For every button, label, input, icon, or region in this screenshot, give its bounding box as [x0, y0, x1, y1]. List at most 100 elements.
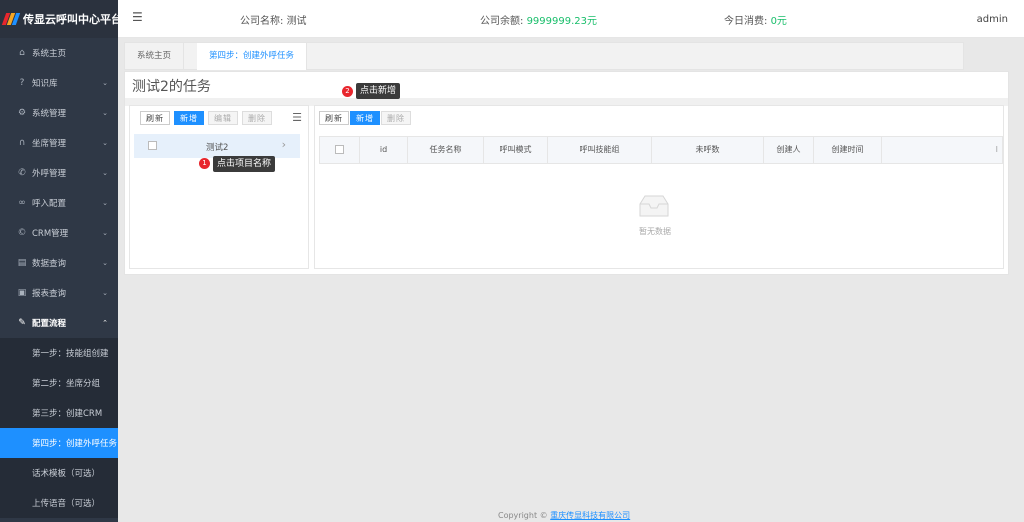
- spend-label: 今日消费:: [724, 16, 768, 27]
- copyright-icon: ©: [17, 228, 27, 238]
- nav-label: 系统主页: [32, 49, 67, 59]
- user-menu[interactable]: admin: [977, 14, 1008, 25]
- column-header[interactable]: 创建人: [764, 137, 814, 163]
- nav-item-outbound[interactable]: ✆ 外呼管理 ⌄: [0, 158, 118, 188]
- task-panel: 测试2的任务 刷新 新增 编辑 删除 ☰ 测试2 › 刷新 新增 删除 id 任…: [124, 71, 1009, 275]
- wrench-icon: ✎: [18, 318, 26, 328]
- column-header[interactable]: id: [360, 137, 408, 163]
- balance-info: 公司余额: 9999999.23元: [480, 12, 597, 27]
- tree-item-label: 测试2: [206, 143, 229, 153]
- nav-label: 报表查询: [32, 289, 67, 299]
- guide-tip-click-add: 点击新增: [356, 83, 401, 99]
- menu-toggle-icon[interactable]: ☰: [132, 10, 143, 24]
- nav-label: 呼入配置: [32, 199, 67, 209]
- edit-button[interactable]: 编辑: [208, 111, 238, 125]
- chevron-down-icon: ⌄: [102, 139, 108, 147]
- nav-item-config-flow[interactable]: ✎ 配置流程 ⌃: [0, 308, 118, 338]
- nav-item-system[interactable]: ⚙ 系统管理 ⌄: [0, 98, 118, 128]
- logo-mark-icon: [1, 13, 21, 25]
- logo[interactable]: 传显云呼叫中心平台: [0, 0, 118, 38]
- tabs-bar: 系统主页 第四步：创建外呼任务: [124, 42, 964, 70]
- empty-state-text: 暂无数据: [639, 227, 671, 236]
- delete-task-button[interactable]: 删除: [381, 111, 411, 125]
- link-icon: ∞: [18, 198, 26, 208]
- sub-item-script-template[interactable]: 话术模板（可选）: [0, 458, 118, 488]
- company-value: 测试: [286, 16, 307, 27]
- home-icon: ⌂: [19, 48, 25, 58]
- footer: Copyright © 重庆传显科技有限公司: [498, 510, 630, 521]
- tree-item[interactable]: 测试2 ›: [134, 134, 300, 158]
- chevron-up-icon: ⌃: [102, 319, 108, 327]
- copyright-text: Copyright: [498, 511, 538, 520]
- sub-item-step4[interactable]: 第四步：创建外呼任务: [0, 428, 118, 458]
- tab-home[interactable]: 系统主页: [125, 43, 185, 70]
- nav-item-crm[interactable]: © CRM管理 ⌄: [0, 218, 118, 248]
- tab-step4[interactable]: 第四步：创建外呼任务: [197, 43, 308, 70]
- page-title: 测试2的任务: [132, 79, 211, 95]
- tree-item-checkbox[interactable]: [148, 141, 157, 150]
- nav-item-inbound[interactable]: ∞ 呼入配置 ⌄: [0, 188, 118, 218]
- chevron-down-icon: ⌄: [102, 79, 108, 87]
- nav-item-data-query[interactable]: ▤ 数据查询 ⌄: [0, 248, 118, 278]
- nav-label: 坐席管理: [32, 139, 67, 149]
- nav-item-agents[interactable]: ∩ 坐席管理 ⌄: [0, 128, 118, 158]
- task-pane: 刷新 新增 删除 id 任务名称 呼叫模式 呼叫技能组 未呼数 创建人 创建时间…: [314, 105, 1004, 269]
- nav-label: 配置流程: [32, 319, 67, 329]
- company-label: 公司名称:: [240, 16, 284, 27]
- company-info: 公司名称: 测试: [240, 12, 307, 27]
- guide-step-badge: 2: [342, 86, 353, 97]
- chevron-down-icon: ⌄: [102, 169, 108, 177]
- refresh-button[interactable]: 刷新: [140, 111, 170, 125]
- chevron-down-icon: ⌄: [102, 259, 108, 267]
- list-toggle-icon[interactable]: ☰: [292, 111, 302, 124]
- nav-label: 系统管理: [32, 109, 67, 119]
- add-task-button[interactable]: 新增: [350, 111, 380, 125]
- sidebar: 传显云呼叫中心平台 ⌂ 系统主页 ? 知识库 ⌄ ⚙ 系统管理 ⌄ ∩ 坐席管理…: [0, 0, 118, 522]
- headset-icon: ∩: [18, 138, 26, 148]
- company-link[interactable]: 重庆传显科技有限公司: [550, 511, 630, 520]
- column-header[interactable]: 任务名称: [408, 137, 484, 163]
- column-header[interactable]: 创建时间: [814, 137, 882, 163]
- column-header[interactable]: 呼叫技能组: [548, 137, 652, 163]
- nav-label: 知识库: [32, 79, 58, 89]
- spend-info: 今日消费: 0元: [724, 12, 787, 27]
- refresh-button[interactable]: 刷新: [319, 111, 349, 125]
- content-area: 系统主页 第四步：创建外呼任务 测试2的任务 刷新 新增 编辑 删除 ☰ 测试2…: [118, 38, 1024, 522]
- chevron-down-icon: ⌄: [102, 289, 108, 297]
- nav-label: CRM管理: [32, 229, 69, 239]
- header: ☰ 公司名称: 测试 公司余额: 9999999.23元 今日消费: 0元 ad…: [118, 0, 1024, 38]
- report-icon: ▣: [17, 288, 27, 298]
- nav-item-knowledge[interactable]: ? 知识库 ⌄: [0, 68, 118, 98]
- column-header[interactable]: 未呼数: [652, 137, 764, 163]
- nav-label: 数据查询: [32, 259, 67, 269]
- nav-label: 外呼管理: [32, 169, 67, 179]
- balance-value: 9999999.23元: [526, 16, 598, 27]
- column-header[interactable]: 呼叫模式: [484, 137, 548, 163]
- table-header: id 任务名称 呼叫模式 呼叫技能组 未呼数 创建人 创建时间 ⁝: [319, 136, 1003, 164]
- sub-item-step2[interactable]: 第二步：坐席分组: [0, 368, 118, 398]
- question-icon: ?: [19, 78, 25, 88]
- chevron-down-icon: ⌄: [102, 229, 108, 237]
- gear-icon: ⚙: [17, 108, 27, 118]
- nav-item-report-query[interactable]: ▣ 报表查询 ⌄: [0, 278, 118, 308]
- add-button[interactable]: 新增: [174, 111, 204, 125]
- sub-item-upload-voice[interactable]: 上传语音（可选）: [0, 488, 118, 518]
- spend-value: 0元: [770, 16, 787, 27]
- chevron-down-icon: ⌄: [102, 109, 108, 117]
- project-pane: 刷新 新增 编辑 删除 ☰ 测试2 ›: [129, 105, 309, 269]
- chevron-right-icon: ›: [281, 138, 286, 151]
- guide-tip-click-project: 点击项目名称: [213, 156, 276, 172]
- copyright-icon: ©: [539, 511, 548, 520]
- column-resize-handle[interactable]: ⁝: [882, 137, 1002, 163]
- sub-item-step1[interactable]: 第一步：技能组创建: [0, 338, 118, 368]
- empty-box-icon: [639, 195, 669, 217]
- sub-item-step3[interactable]: 第三步：创建CRM: [0, 398, 118, 428]
- nav-item-home[interactable]: ⌂ 系统主页: [0, 38, 118, 68]
- delete-button[interactable]: 删除: [242, 111, 272, 125]
- document-icon: ▤: [17, 258, 27, 268]
- select-all-checkbox[interactable]: [335, 145, 344, 154]
- balance-label: 公司余额:: [480, 16, 524, 27]
- guide-step-badge: 1: [199, 158, 210, 169]
- select-all-cell: [320, 137, 360, 163]
- phone-icon: ✆: [18, 168, 26, 178]
